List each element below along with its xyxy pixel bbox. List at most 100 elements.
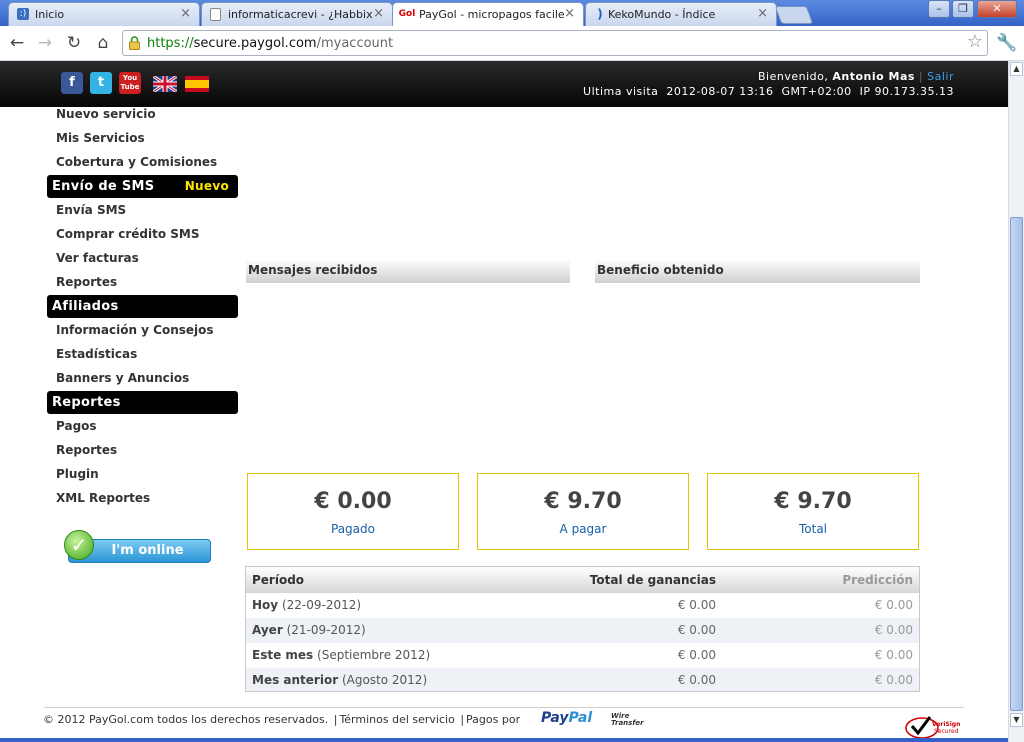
spain-flag-icon[interactable] [185, 76, 209, 92]
facebook-icon[interactable]: f [61, 72, 83, 94]
close-tab-icon[interactable]: × [564, 6, 575, 21]
page-scrollbar[interactable]: ▲ ▼ [1008, 61, 1024, 742]
browser-toolbar: ← → ↻ ⌂ https://secure.paygol.com/myacco… [0, 26, 1024, 61]
sidebar-item-cobertura[interactable]: Cobertura y Comisiones [56, 155, 217, 169]
column-header-total: Total de ganancias [589, 573, 716, 587]
row-total: € 0.00 [677, 673, 716, 687]
wrench-icon[interactable]: 🔧 [996, 32, 1018, 54]
column-header-period: Período [252, 573, 305, 587]
bookmark-star-icon[interactable]: ☆ [967, 31, 983, 52]
tab-informaticacrevi[interactable]: informaticacrevi - ¿Habbixier? × [201, 2, 393, 26]
welcome-text: Bienvenido, Antonio Mas | Salir [757, 70, 954, 83]
sidebar-item-nuevo-servicio[interactable]: Nuevo servicio [56, 107, 156, 121]
section-envio-sms: Envío de SMS Nuevo [47, 175, 238, 198]
browser-tab-strip: :) Inicio × informaticacrevi - ¿Habbixie… [0, 0, 1024, 26]
sidebar-item-estadisticas[interactable]: Estadísticas [56, 347, 137, 361]
tab-label: PayGol - micropagos faciles [419, 8, 564, 21]
row-prediction: € 0.00 [874, 623, 913, 637]
row-period: Este mes [252, 648, 314, 662]
maximize-icon[interactable]: ❐ [952, 0, 974, 18]
stat-label: Pagado [331, 522, 375, 536]
sidebar-item-envia-sms[interactable]: Envía SMS [56, 203, 126, 217]
minimize-icon[interactable]: – [928, 0, 950, 18]
tab-label: KekoMundo - Índice [608, 8, 716, 21]
site-header: f t You Tube Bienvenido, Antonio Mas | S… [0, 61, 1008, 107]
table-row: Hoy (22-09-2012) € 0.00 € 0.00 [246, 593, 919, 618]
close-tab-icon[interactable]: × [757, 6, 768, 21]
uk-flag-icon[interactable] [153, 76, 177, 92]
close-tab-icon[interactable]: × [180, 6, 191, 21]
sidebar-item-pagos[interactable]: Pagos [56, 419, 97, 433]
svg-text:VeriSign: VeriSign [932, 721, 960, 728]
section-afiliados: Afiliados [47, 295, 238, 318]
terms-link[interactable]: Términos del servicio [339, 713, 454, 726]
tab-paygol[interactable]: Gol PayGol - micropagos faciles × [392, 2, 584, 26]
close-window-icon[interactable]: ✕ [977, 0, 1017, 18]
tab-label: Inicio [35, 8, 65, 21]
paypal-logo: PayPal [541, 710, 593, 726]
row-prediction: € 0.00 [874, 673, 913, 687]
back-icon[interactable]: ← [6, 32, 28, 54]
table-row: Ayer (21-09-2012) € 0.00 € 0.00 [246, 618, 919, 643]
tab-label: informaticacrevi - ¿Habbixier? [228, 8, 373, 21]
row-period-detail: (21-09-2012) [286, 623, 366, 637]
row-prediction: € 0.00 [874, 648, 913, 662]
section-title: Envío de SMS [52, 179, 155, 194]
forward-icon[interactable]: → [34, 32, 56, 54]
smiley-icon: :) [17, 8, 29, 20]
sidebar-item-reportes-sms[interactable]: Reportes [56, 275, 117, 289]
sidebar-item-reportes[interactable]: Reportes [56, 443, 117, 457]
table-row: Este mes (Septiembre 2012) € 0.00 € 0.00 [246, 643, 919, 668]
panel-title-received: Mensajes recibidos [246, 259, 570, 283]
table-row: Mes anterior (Agosto 2012) € 0.00 € 0.00 [246, 668, 919, 691]
column-header-prediction: Predicción [842, 573, 913, 587]
table-header: Período Total de ganancias Predicción [246, 567, 919, 593]
home-icon[interactable]: ⌂ [92, 32, 114, 54]
row-period: Hoy [252, 598, 279, 612]
section-reportes: Reportes [47, 391, 238, 414]
youtube-icon[interactable]: You Tube [119, 72, 141, 94]
sidebar-item-plugin[interactable]: Plugin [56, 467, 99, 481]
row-total: € 0.00 [677, 598, 716, 612]
sidebar-item-informacion[interactable]: Información y Consejos [56, 323, 214, 337]
taskbar-edge [0, 738, 1008, 742]
tab-kekomundo[interactable]: ) KekoMundo - Índice × [585, 2, 777, 26]
footer-divider [44, 707, 964, 708]
sidebar-item-mis-servicios[interactable]: Mis Servicios [56, 131, 145, 145]
kekomundo-favicon-icon: ) [597, 7, 603, 21]
new-badge: Nuevo [184, 179, 229, 193]
scroll-up-icon[interactable]: ▲ [1010, 62, 1023, 76]
section-title: Afiliados [52, 299, 119, 314]
sidebar-item-comprar-credito[interactable]: Comprar crédito SMS [56, 227, 200, 241]
reload-icon[interactable]: ↻ [63, 32, 85, 54]
url-text: https://secure.paygol.com/myaccount [147, 36, 394, 51]
sidebar-item-ver-facturas[interactable]: Ver facturas [56, 251, 139, 265]
sidebar-item-banners[interactable]: Banners y Anuncios [56, 371, 189, 385]
scroll-down-icon[interactable]: ▼ [1010, 713, 1023, 727]
tab-inicio[interactable]: :) Inicio × [8, 2, 200, 26]
row-period-detail: (Agosto 2012) [341, 673, 428, 687]
paygol-favicon-icon: Gol [398, 9, 416, 19]
copyright-text: © 2012 PayGol.com todos los derechos res… [43, 713, 329, 726]
new-tab-button[interactable] [774, 6, 814, 24]
sidebar-item-xml-reportes[interactable]: XML Reportes [56, 491, 150, 505]
footer: © 2012 PayGol.com todos los derechos res… [43, 713, 521, 726]
section-title: Reportes [52, 395, 121, 410]
panel-title-profit: Beneficio obtenido [595, 259, 920, 283]
scroll-thumb[interactable] [1010, 217, 1023, 711]
address-bar[interactable]: https://secure.paygol.com/myaccount ☆ [122, 30, 988, 56]
row-period: Ayer [252, 623, 283, 637]
svg-text:Secured: Secured [934, 728, 959, 735]
stat-value: € 0.00 [314, 489, 392, 514]
stat-label: A pagar [559, 522, 607, 536]
row-total: € 0.00 [677, 648, 716, 662]
twitter-icon[interactable]: t [90, 72, 112, 94]
row-period-detail: (22-09-2012) [281, 598, 362, 612]
stat-box-pagado: € 0.00 Pagado [247, 473, 459, 550]
close-tab-icon[interactable]: × [373, 6, 384, 21]
stat-box-a-pagar: € 9.70 A pagar [477, 473, 689, 550]
earnings-table: Período Total de ganancias Predicción Ho… [245, 566, 920, 692]
row-period: Mes anterior [252, 673, 339, 687]
logout-link[interactable]: Salir [927, 70, 954, 83]
stat-value: € 9.70 [774, 489, 852, 514]
